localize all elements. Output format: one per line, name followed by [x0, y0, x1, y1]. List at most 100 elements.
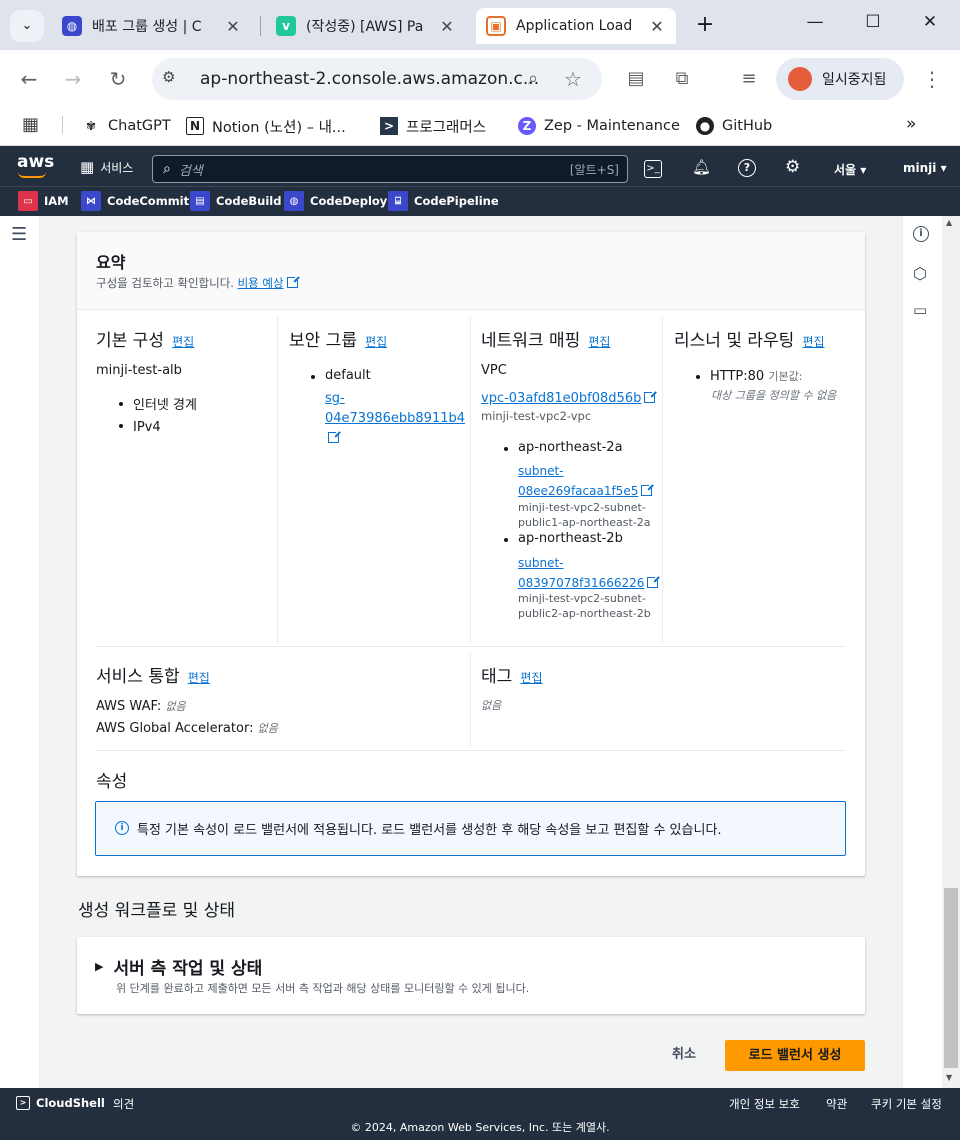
- region-selector[interactable]: 서울 ▾: [834, 161, 866, 178]
- favorite-iam[interactable]: ▭ IAM: [18, 190, 69, 212]
- maximize-icon[interactable]: ☐: [858, 12, 888, 38]
- bookmark-label: Zep - Maintenance: [544, 118, 680, 134]
- close-icon[interactable]: ✕: [648, 17, 666, 36]
- subnet-list: ap-northeast-2a: [504, 440, 623, 455]
- scroll-up-icon[interactable]: ▲: [946, 218, 952, 227]
- cloudshell-icon[interactable]: >_: [644, 160, 662, 178]
- close-icon[interactable]: ✕: [438, 17, 456, 36]
- tab-capture-icon[interactable]: ▤: [621, 64, 651, 94]
- workflow-expander[interactable]: ▶ 서버 측 작업 및 상태: [95, 954, 262, 979]
- services-label: 서비스: [100, 160, 134, 175]
- close-window-icon[interactable]: ✕: [915, 12, 945, 38]
- bookmark-notion[interactable]: N Notion (노션) – 내...: [186, 113, 346, 139]
- service-integration-edit-link[interactable]: 편집: [188, 671, 210, 685]
- tab-application-load-balancer[interactable]: ▣ Application Load ✕: [476, 8, 676, 44]
- terms-link[interactable]: 약관: [826, 1096, 847, 1112]
- bookmark-star-icon[interactable]: ☆: [558, 64, 588, 94]
- favorite-codedeploy[interactable]: ◍ CodeDeploy: [284, 190, 387, 212]
- cookie-preferences-link[interactable]: 쿠키 기본 설정: [871, 1096, 942, 1112]
- create-load-balancer-button[interactable]: 로드 밸런서 생성: [725, 1040, 865, 1071]
- external-link-icon: [641, 483, 655, 496]
- tab-deploy-group[interactable]: ◍ 배포 그룹 생성 | C ✕: [52, 8, 252, 44]
- close-icon[interactable]: ✕: [224, 17, 242, 36]
- basic-config-edit-link[interactable]: 편집: [172, 335, 194, 349]
- ip-type-item: IPv4: [119, 417, 197, 439]
- tags-edit-link[interactable]: 편집: [520, 671, 542, 685]
- new-tab-icon[interactable]: +: [692, 12, 718, 38]
- subnet-link[interactable]: subnet- 08ee269facaa1f5e5: [518, 461, 655, 501]
- account-menu[interactable]: minji ▾: [903, 161, 947, 175]
- vpc-id-link[interactable]: vpc-03afd81e0bf08d56b: [481, 391, 641, 406]
- sg-id-part1[interactable]: sg-: [325, 391, 345, 406]
- right-tools-rail: [902, 216, 942, 1088]
- notifications-bell-icon[interactable]: 🔔︎: [692, 158, 711, 176]
- feedback-icon[interactable]: ▭: [913, 301, 927, 319]
- services-menu[interactable]: ▦ 서비스: [80, 158, 133, 176]
- scrollbar-thumb[interactable]: [944, 888, 958, 1068]
- cloudshell-footer-button[interactable]: > CloudShell: [16, 1096, 105, 1110]
- feedback-link[interactable]: 의견: [113, 1096, 134, 1112]
- security-group-edit-link[interactable]: 편집: [365, 335, 387, 349]
- info-panel-icon[interactable]: i: [913, 226, 929, 242]
- listener-list: HTTP:80 기본값:: [696, 368, 802, 384]
- favorite-codecommit[interactable]: ⋈ CodeCommit: [81, 190, 189, 212]
- apps-grid-icon[interactable]: ▦: [22, 114, 44, 136]
- grid-icon: ▦: [80, 158, 95, 176]
- cancel-button[interactable]: 취소: [657, 1042, 711, 1068]
- subnet-link[interactable]: subnet- 08397078f31666226: [518, 553, 661, 593]
- sg-id-part2[interactable]: 04e73986ebb8911b4: [325, 411, 465, 426]
- cloudshell-label: CloudShell: [36, 1096, 105, 1110]
- listener-edit-link[interactable]: 편집: [802, 335, 824, 349]
- hamburger-menu-icon[interactable]: ☰: [11, 224, 27, 245]
- reload-icon[interactable]: ↻: [103, 64, 133, 94]
- favorite-codepipeline[interactable]: ⌸ CodePipeline: [388, 190, 499, 212]
- favorite-codebuild[interactable]: ▤ CodeBuild: [190, 190, 281, 212]
- back-icon[interactable]: ←: [14, 64, 44, 94]
- search-input[interactable]: ⌕ 검색 [알트+S]: [152, 155, 628, 183]
- info-icon: i: [115, 821, 129, 835]
- codedeploy-icon: ◍: [284, 191, 304, 211]
- bookmark-label: GitHub: [722, 118, 773, 134]
- security-group-link[interactable]: sg- 04e73986ebb8911b4: [325, 389, 465, 449]
- subnet-id-part2[interactable]: 08397078f31666226: [518, 576, 644, 590]
- external-link-icon: [286, 275, 300, 288]
- bookmark-chatgpt[interactable]: ✾ ChatGPT: [82, 113, 171, 139]
- subnet-id-part1[interactable]: subnet-: [518, 556, 564, 570]
- column-divider: [470, 316, 471, 644]
- bookmark-programmers[interactable]: > 프로그래머스: [380, 113, 486, 139]
- help-icon[interactable]: ?: [738, 159, 756, 177]
- forward-icon[interactable]: →: [58, 64, 88, 94]
- aws-logo-text: aws: [17, 152, 55, 172]
- row-divider: [96, 646, 846, 647]
- programmers-icon: >: [380, 117, 398, 135]
- aws-logo[interactable]: aws: [17, 152, 54, 172]
- iam-icon: ▭: [18, 191, 38, 211]
- tab-velog[interactable]: v (작성중) [AWS] Pa ✕: [266, 8, 466, 44]
- subnet-id-part1[interactable]: subnet-: [518, 464, 564, 478]
- profile-button[interactable]: 일시중지됨: [776, 58, 904, 100]
- subnet-az: ap-northeast-2b: [504, 531, 623, 546]
- codebuild-icon: ▤: [190, 191, 210, 211]
- summary-title: 요약: [96, 253, 126, 272]
- subnet-id-part2[interactable]: 08ee269facaa1f5e5: [518, 484, 638, 498]
- network-mapping-edit-link[interactable]: 편집: [588, 335, 610, 349]
- bookmark-zep[interactable]: Z Zep - Maintenance: [518, 113, 680, 139]
- minimize-icon[interactable]: —: [800, 12, 830, 38]
- tab-search-icon[interactable]: ⌄: [10, 10, 44, 42]
- hexagon-icon[interactable]: ⬡: [913, 264, 927, 283]
- cost-estimate-link[interactable]: 비용 예상: [238, 276, 284, 290]
- scroll-down-icon[interactable]: ▼: [946, 1073, 952, 1082]
- menu-kebab-icon[interactable]: ⋮: [917, 64, 947, 94]
- extensions-icon[interactable]: ⧉: [667, 64, 697, 94]
- media-control-icon[interactable]: ≡: [734, 64, 764, 94]
- bookmark-github[interactable]: ● GitHub: [696, 113, 772, 139]
- settings-gear-icon[interactable]: ⚙: [785, 157, 800, 177]
- zoom-icon[interactable]: ⌕: [518, 64, 548, 94]
- site-info-icon[interactable]: ⚙: [162, 68, 184, 90]
- basic-config-section: 기본 구성 편집: [96, 326, 194, 351]
- external-link-icon: [328, 430, 341, 443]
- more-bookmarks-icon[interactable]: »: [906, 114, 916, 134]
- waf-value: 없음: [165, 700, 186, 713]
- vpc-link-row: vpc-03afd81e0bf08d56b: [481, 390, 658, 406]
- privacy-link[interactable]: 개인 정보 보호: [729, 1096, 800, 1112]
